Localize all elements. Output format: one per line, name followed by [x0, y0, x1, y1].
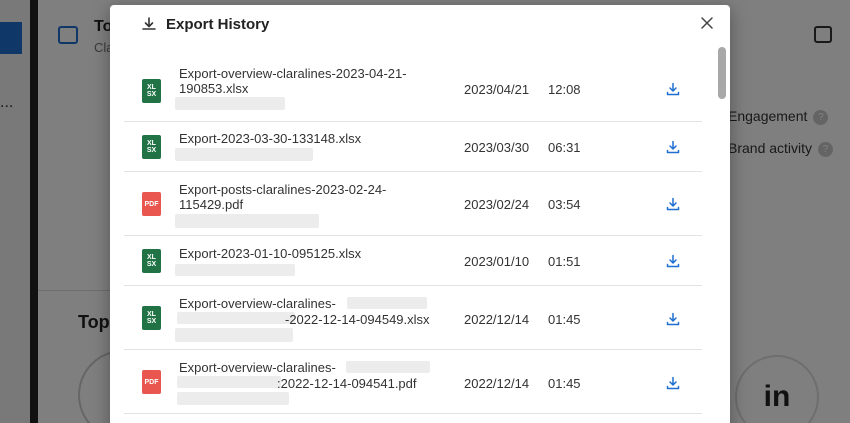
export-date: 2022/12/14: [464, 312, 530, 327]
export-row: XL SX Export-2023-01-10-095125.xlsx 2023…: [124, 236, 702, 286]
export-row: XL SX Export-2023-03-30-133148.xlsx 2023…: [124, 122, 702, 172]
export-date: 2023/01/10: [464, 254, 530, 269]
xlsx-file-icon: XL SX: [142, 79, 161, 103]
close-icon[interactable]: [698, 14, 716, 32]
export-row: PDF Export-overview-claralines- :2022-12…: [124, 350, 702, 414]
file-name-line2: 190853.xlsx: [179, 81, 249, 96]
export-date: 2023/03/30: [464, 140, 530, 155]
file-name-line1: Export-2023-03-30-133148.xlsx: [179, 131, 362, 146]
xlsx-file-icon: XL SX: [142, 135, 161, 159]
redacted-text: [175, 97, 285, 110]
xlsx-file-icon: XL SX: [142, 249, 161, 273]
export-list: XL SX Export-overview-claralines-2023-04…: [124, 61, 702, 414]
export-date: 2023/02/24: [464, 197, 530, 212]
download-icon[interactable]: [665, 253, 681, 269]
file-name-line1: Export-2023-01-10-095125.xlsx: [179, 246, 362, 261]
file-name-line1: Export-posts-claralines-2023-02-24-: [179, 182, 387, 197]
redacted-text: [175, 148, 313, 161]
export-time: 01:51: [548, 254, 581, 269]
redacted-text: [347, 297, 427, 309]
download-icon[interactable]: [665, 81, 681, 97]
redacted-text: [175, 328, 293, 342]
export-time: 01:45: [548, 312, 581, 327]
export-time: 01:45: [548, 376, 581, 391]
export-time: 03:54: [548, 197, 581, 212]
file-name-line1: Export-overview-claralines-2023-04-21-: [179, 66, 407, 81]
export-history-modal: Export History XL SX Export-overview-cla…: [110, 5, 730, 423]
download-icon[interactable]: [665, 196, 681, 212]
export-row: XL SX Export-overview-claralines-2023-04…: [124, 61, 702, 122]
pdf-file-icon: PDF: [142, 192, 161, 216]
download-icon[interactable]: [665, 311, 681, 327]
download-icon: [141, 16, 157, 32]
export-row: PDF Export-posts-claralines-2023-02-24- …: [124, 172, 702, 236]
download-icon[interactable]: [665, 375, 681, 391]
modal-header: Export History: [110, 5, 730, 43]
redacted-text: [175, 214, 319, 228]
export-time: 12:08: [548, 82, 581, 97]
redacted-text: [177, 392, 289, 405]
download-icon[interactable]: [665, 139, 681, 155]
scrollbar-thumb[interactable]: [718, 47, 726, 99]
redacted-text: [177, 312, 295, 324]
redacted-text: [177, 376, 281, 388]
export-row: XL SX Export-overview-claralines- -2022-…: [124, 286, 702, 350]
modal-title: Export History: [166, 15, 270, 33]
export-date: 2023/04/21: [464, 82, 530, 97]
xlsx-file-icon: XL SX: [142, 306, 161, 330]
redacted-text: [346, 361, 430, 373]
redacted-text: [175, 264, 295, 276]
export-date: 2022/12/14: [464, 376, 530, 391]
file-name-line2: 115429.pdf: [179, 197, 244, 212]
pdf-file-icon: PDF: [142, 370, 161, 394]
export-time: 06:31: [548, 140, 581, 155]
